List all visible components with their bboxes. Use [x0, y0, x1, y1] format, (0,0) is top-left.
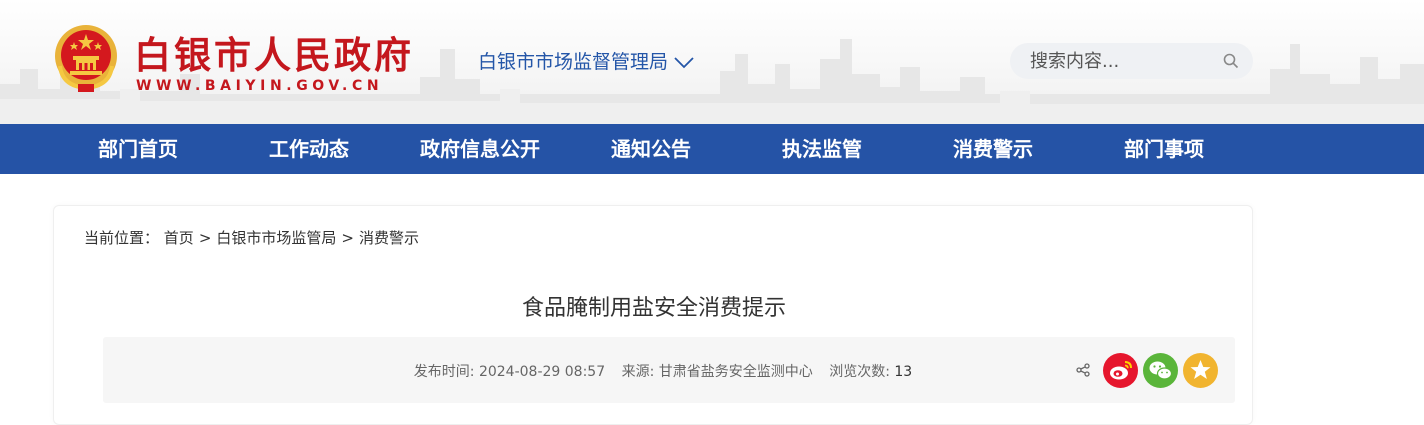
department-label: 白银市市场监督管理局 [478, 51, 669, 73]
views-count: 13 [894, 364, 913, 380]
article-card: 当前位置： 首页 > 白银市市场监管局 > 消费警示 食品腌制用盐安全消费提示 发布时间… [53, 205, 1253, 425]
nav-item-work-news[interactable]: 工作动态 [269, 124, 349, 174]
wechat-icon [1149, 361, 1173, 380]
source-label: 来源: [621, 364, 655, 380]
favorite-star-icon [1190, 360, 1211, 379]
article-title: 食品腌制用盐安全消费提示 [521, 296, 786, 321]
breadcrumb-dept-link[interactable]: 白银市市场监管局 [216, 229, 336, 247]
publish-label: 发布时间: [413, 364, 475, 380]
nav-item-law-enforcement[interactable]: 执法监管 [782, 124, 862, 174]
breadcrumb-separator: > [198, 229, 212, 247]
article-meta-bar: 发布时间: 2024-08-29 08:57 来源: 甘肃省盐务安全监测中心 浏… [103, 337, 1235, 403]
publish-time: 2024-08-29 08:57 [478, 364, 606, 380]
views-label: 浏览次数: [829, 364, 890, 380]
nav-item-dept-home[interactable]: 部门首页 [98, 124, 178, 174]
nav-item-dept-affairs[interactable]: 部门事项 [1124, 124, 1204, 174]
nav-item-gov-info[interactable]: 政府信息公开 [420, 124, 540, 174]
site-name: 白银市人民政府 [134, 34, 414, 77]
breadcrumb: 当前位置： 首页 > 白银市市场监管局 > 消费警示 [84, 227, 419, 248]
weibo-icon [1110, 361, 1132, 380]
chevron-down-icon [674, 52, 694, 74]
search-icon[interactable] [1223, 53, 1239, 73]
share-wechat-button[interactable] [1143, 353, 1178, 388]
favorite-button[interactable] [1183, 353, 1218, 388]
search-input[interactable] [1030, 49, 1220, 73]
site-header: 白银市人民政府 WWW.BAIYIN.GOV.CN 白银市市场监督管理局 [0, 0, 1424, 124]
share-weibo-button[interactable] [1103, 353, 1138, 388]
breadcrumb-prefix: 当前位置： [84, 229, 160, 247]
main-nav: 部门首页 工作动态 政府信息公开 通知公告 执法监管 消费警示 部门事项 [0, 124, 1424, 174]
article-meta: 发布时间: 2024-08-29 08:57 来源: 甘肃省盐务安全监测中心 浏… [103, 361, 1223, 381]
nav-item-notices[interactable]: 通知公告 [611, 124, 691, 174]
site-domain: WWW.BAIYIN.GOV.CN [136, 78, 384, 94]
breadcrumb-current-link[interactable]: 消费警示 [359, 229, 419, 247]
department-selector[interactable]: 白银市市场监督管理局 [478, 47, 694, 74]
breadcrumb-home-link[interactable]: 首页 [164, 229, 194, 247]
nav-item-consumer-warnings[interactable]: 消费警示 [953, 124, 1033, 174]
search-box [1010, 43, 1253, 79]
share-icon [1076, 362, 1090, 381]
breadcrumb-separator: > [341, 229, 354, 247]
source-value: 甘肃省盐务安全监测中心 [658, 364, 813, 380]
national-emblem-icon [55, 25, 117, 92]
